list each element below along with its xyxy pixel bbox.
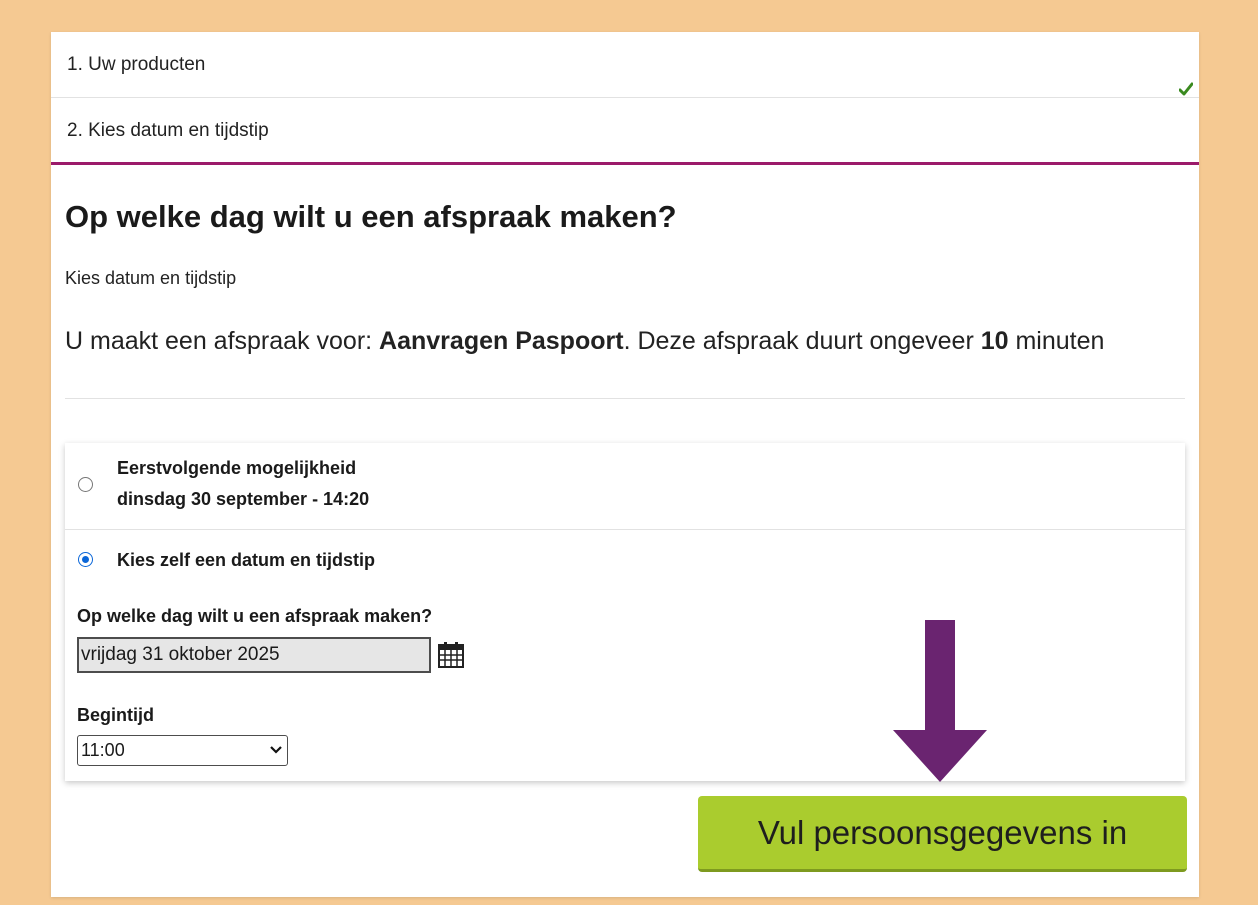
date-field-label: Op welke dag wilt u een afspraak maken? [77, 606, 433, 626]
arrow-down-icon [893, 620, 987, 782]
info-product: Aanvragen Paspoort [379, 327, 624, 355]
option-first-available[interactable]: Eerstvolgende mogelijkheid dinsdag 30 se… [65, 443, 1185, 530]
date-field[interactable]: vrijdag 31 oktober 2025 [77, 637, 431, 673]
first-available-label: Eerstvolgende mogelijkheid [117, 458, 357, 478]
chevron-down-icon [270, 746, 282, 754]
info-duration: 10 [980, 327, 1009, 355]
first-available-radio[interactable] [78, 477, 93, 492]
custom-date-radio[interactable] [78, 552, 93, 567]
start-time-label: Begintijd [77, 705, 154, 725]
page-subtitle: Kies datum en tijdstip [65, 268, 237, 288]
step-1-products[interactable]: 1. Uw producten [51, 32, 1199, 98]
appointment-info: U maakt een afspraak voor: Aanvragen Pas… [65, 324, 1185, 359]
info-middle: . Deze afspraak duurt ongeveer [623, 327, 981, 355]
fill-personal-details-button[interactable]: Vul persoonsgegevens in [698, 796, 1187, 872]
step-2-label: 2. Kies datum en tijdstip [67, 120, 269, 141]
info-suffix: minuten [1008, 327, 1105, 355]
info-prefix: U maakt een afspraak voor: [65, 327, 380, 355]
divider [65, 398, 1185, 399]
appointment-card: 1. Uw producten 2. Kies datum en tijdsti… [51, 32, 1199, 897]
step-2-date-time[interactable]: 2. Kies datum en tijdstip [51, 98, 1199, 165]
step-1-label: 1. Uw producten [67, 54, 206, 75]
start-time-select[interactable]: 11:00 [77, 735, 288, 766]
date-options-panel: Eerstvolgende mogelijkheid dinsdag 30 se… [65, 443, 1185, 781]
custom-date-label[interactable]: Kies zelf een datum en tijdstip [117, 545, 375, 575]
page-title: Op welke dag wilt u een afspraak maken? [65, 199, 677, 234]
calendar-icon[interactable] [437, 641, 465, 669]
first-available-value: dinsdag 30 september - 14:20 [117, 489, 370, 509]
start-time-value: 11:00 [81, 740, 125, 760]
checkmark-icon [1179, 82, 1193, 96]
